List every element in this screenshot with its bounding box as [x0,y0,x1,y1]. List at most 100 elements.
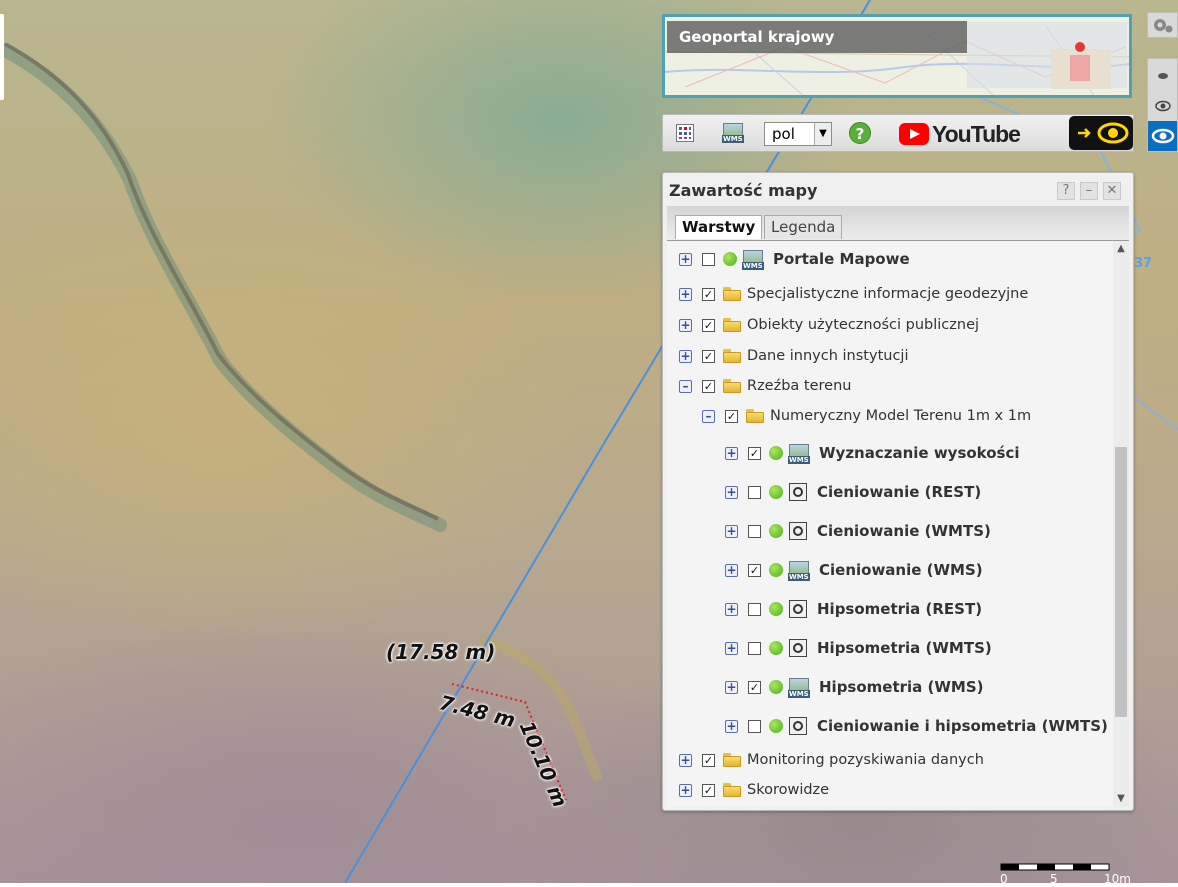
expand-icon[interactable]: + [725,446,738,460]
layer-row[interactable]: + ✓ WMS Cieniowanie (WMS) [667,556,1113,584]
layer-checkbox[interactable] [748,719,761,733]
folder-icon [723,379,741,393]
expand-icon[interactable]: + [725,680,738,694]
scale-label: 10m [1104,872,1131,883]
layer-checkbox[interactable]: ✓ [702,753,715,767]
map-contents-panel: Zawartość mapy ? – ✕ Warstwy Legenda + WM… [662,172,1134,811]
layer-checkbox[interactable] [702,252,715,266]
expand-icon[interactable]: + [679,349,692,363]
layer-checkbox[interactable]: ✓ [702,783,715,797]
expand-icon[interactable]: + [679,287,692,301]
layer-row[interactable]: + ✓ Monitoring pozyskiwania danych [667,746,1113,774]
layer-label: Cieniowanie (REST) [817,483,982,501]
expand-icon[interactable]: + [725,602,738,616]
layer-row[interactable]: + ✓ Specjalistyczne informacje geodezyjne [667,280,1113,308]
overview-map[interactable]: Geoportal krajowy [662,14,1132,98]
eye-toggle-button[interactable] [1069,116,1133,150]
layer-row[interactable]: + Cieniowanie (WMTS) [667,517,1113,545]
expand-icon[interactable]: + [725,719,738,733]
expand-icon[interactable]: + [679,783,692,797]
layer-checkbox[interactable]: ✓ [748,446,761,460]
layer-row[interactable]: + ✓ Dane innych instytucji [667,342,1113,370]
tile-layer-icon [789,483,807,501]
layer-tree: + WMS Portale Mapowe + ✓ Specjalistyczne info… [667,241,1113,807]
layer-checkbox[interactable]: ✓ [748,680,761,694]
layer-row[interactable]: – ✓ Rzeźba terenu [667,372,1113,400]
collapse-icon[interactable]: – [679,379,692,393]
panel-minimize-button[interactable]: – [1080,182,1098,200]
layer-label: Cieniowanie (WMS) [819,561,983,579]
tab-warstwy[interactable]: Warstwy [675,215,763,239]
language-select[interactable]: pol ▼ [764,122,832,146]
panel-tabs: Warstwy Legenda [667,206,1129,241]
language-value: pol [772,125,795,143]
layer-row[interactable]: + Cieniowanie i hipsometria (WMTS) [667,712,1113,740]
tile-layer-icon [789,717,807,735]
layer-tree-scrollbar[interactable]: ▲ ▼ [1113,241,1129,807]
layer-checkbox[interactable] [748,641,761,655]
expand-icon[interactable]: + [725,563,738,577]
layer-label: Portale Mapowe [773,250,910,268]
layer-row[interactable]: + WMS Portale Mapowe [667,245,1113,273]
folder-icon [723,349,741,363]
panel-title: Zawartość mapy [669,181,818,200]
expand-icon[interactable]: + [679,318,692,332]
wms-add-icon[interactable]: WMS [722,121,747,145]
layers-grid-icon[interactable] [676,121,694,145]
folder-icon [723,287,741,301]
youtube-icon [899,123,929,145]
layer-checkbox[interactable] [748,485,761,499]
status-dot-icon [769,602,783,616]
layer-checkbox[interactable] [748,602,761,616]
layer-label: Cieniowanie i hipsometria (WMTS) [817,717,1108,735]
wms-layer-icon: WMS [742,250,764,270]
layer-checkbox[interactable]: ✓ [702,318,715,332]
layer-row[interactable]: + ✓ Obiekty użyteczności publicznej [667,311,1113,339]
eye-medium-icon[interactable] [1148,93,1177,123]
layer-label: Rzeźba terenu [747,378,852,394]
expand-icon[interactable]: + [725,524,738,538]
layer-row[interactable]: + ✓ WMS Wyznaczanie wysokości [667,439,1113,467]
tab-legenda[interactable]: Legenda [764,215,843,239]
eye-small-icon[interactable] [1148,59,1177,89]
layer-row[interactable]: + ✓ Skorowidze [667,776,1113,804]
eye-large-button[interactable] [1148,121,1177,151]
layer-checkbox[interactable]: ✓ [702,349,715,363]
layer-checkbox[interactable]: ✓ [748,563,761,577]
ravine-feature [0,43,447,532]
layer-row[interactable]: + Cieniowanie (REST) [667,478,1113,506]
layer-label: Dane innych instytucji [747,348,909,364]
layer-row[interactable]: + ✓ WMS Hipsometria (WMS) [667,673,1113,701]
expand-icon[interactable]: + [679,252,692,266]
status-dot-icon [769,524,783,538]
left-panel-tab[interactable] [0,14,4,100]
layer-row[interactable]: – ✓ Numeryczny Model Terenu 1m x 1m [667,402,1113,430]
eye-toggle-icon [1078,122,1129,144]
measure-area-label: (17.58 m) [386,640,496,664]
expand-icon[interactable]: + [725,485,738,499]
layer-checkbox[interactable] [748,524,761,538]
layer-row[interactable]: + Hipsometria (REST) [667,595,1113,623]
layer-checkbox[interactable]: ✓ [702,287,715,301]
help-icon[interactable]: ? [849,122,871,144]
settings-button[interactable] [1147,12,1178,38]
scroll-up-icon[interactable]: ▲ [1113,241,1129,257]
layer-label: Specjalistyczne informacje geodezyjne [747,286,1029,302]
layer-checkbox[interactable]: ✓ [702,379,715,393]
scroll-thumb[interactable] [1115,447,1127,717]
wms-layer-icon: WMS [788,561,810,581]
panel-help-button[interactable]: ? [1057,182,1075,200]
view-mode-panel [1147,58,1178,152]
expand-icon[interactable]: + [725,641,738,655]
wms-layer-icon: WMS [788,444,810,464]
layer-checkbox[interactable]: ✓ [725,409,738,423]
layer-label: Obiekty użyteczności publicznej [747,317,980,333]
expand-icon[interactable]: + [679,753,692,767]
status-dot-icon [769,446,783,460]
layer-row[interactable]: + Hipsometria (WMTS) [667,634,1113,662]
youtube-link[interactable]: YouTube [899,121,1021,147]
scroll-down-icon[interactable]: ▼ [1113,791,1129,807]
map-edge-label: 37 [1134,256,1153,271]
collapse-icon[interactable]: – [702,409,715,423]
panel-close-button[interactable]: ✕ [1103,182,1121,200]
